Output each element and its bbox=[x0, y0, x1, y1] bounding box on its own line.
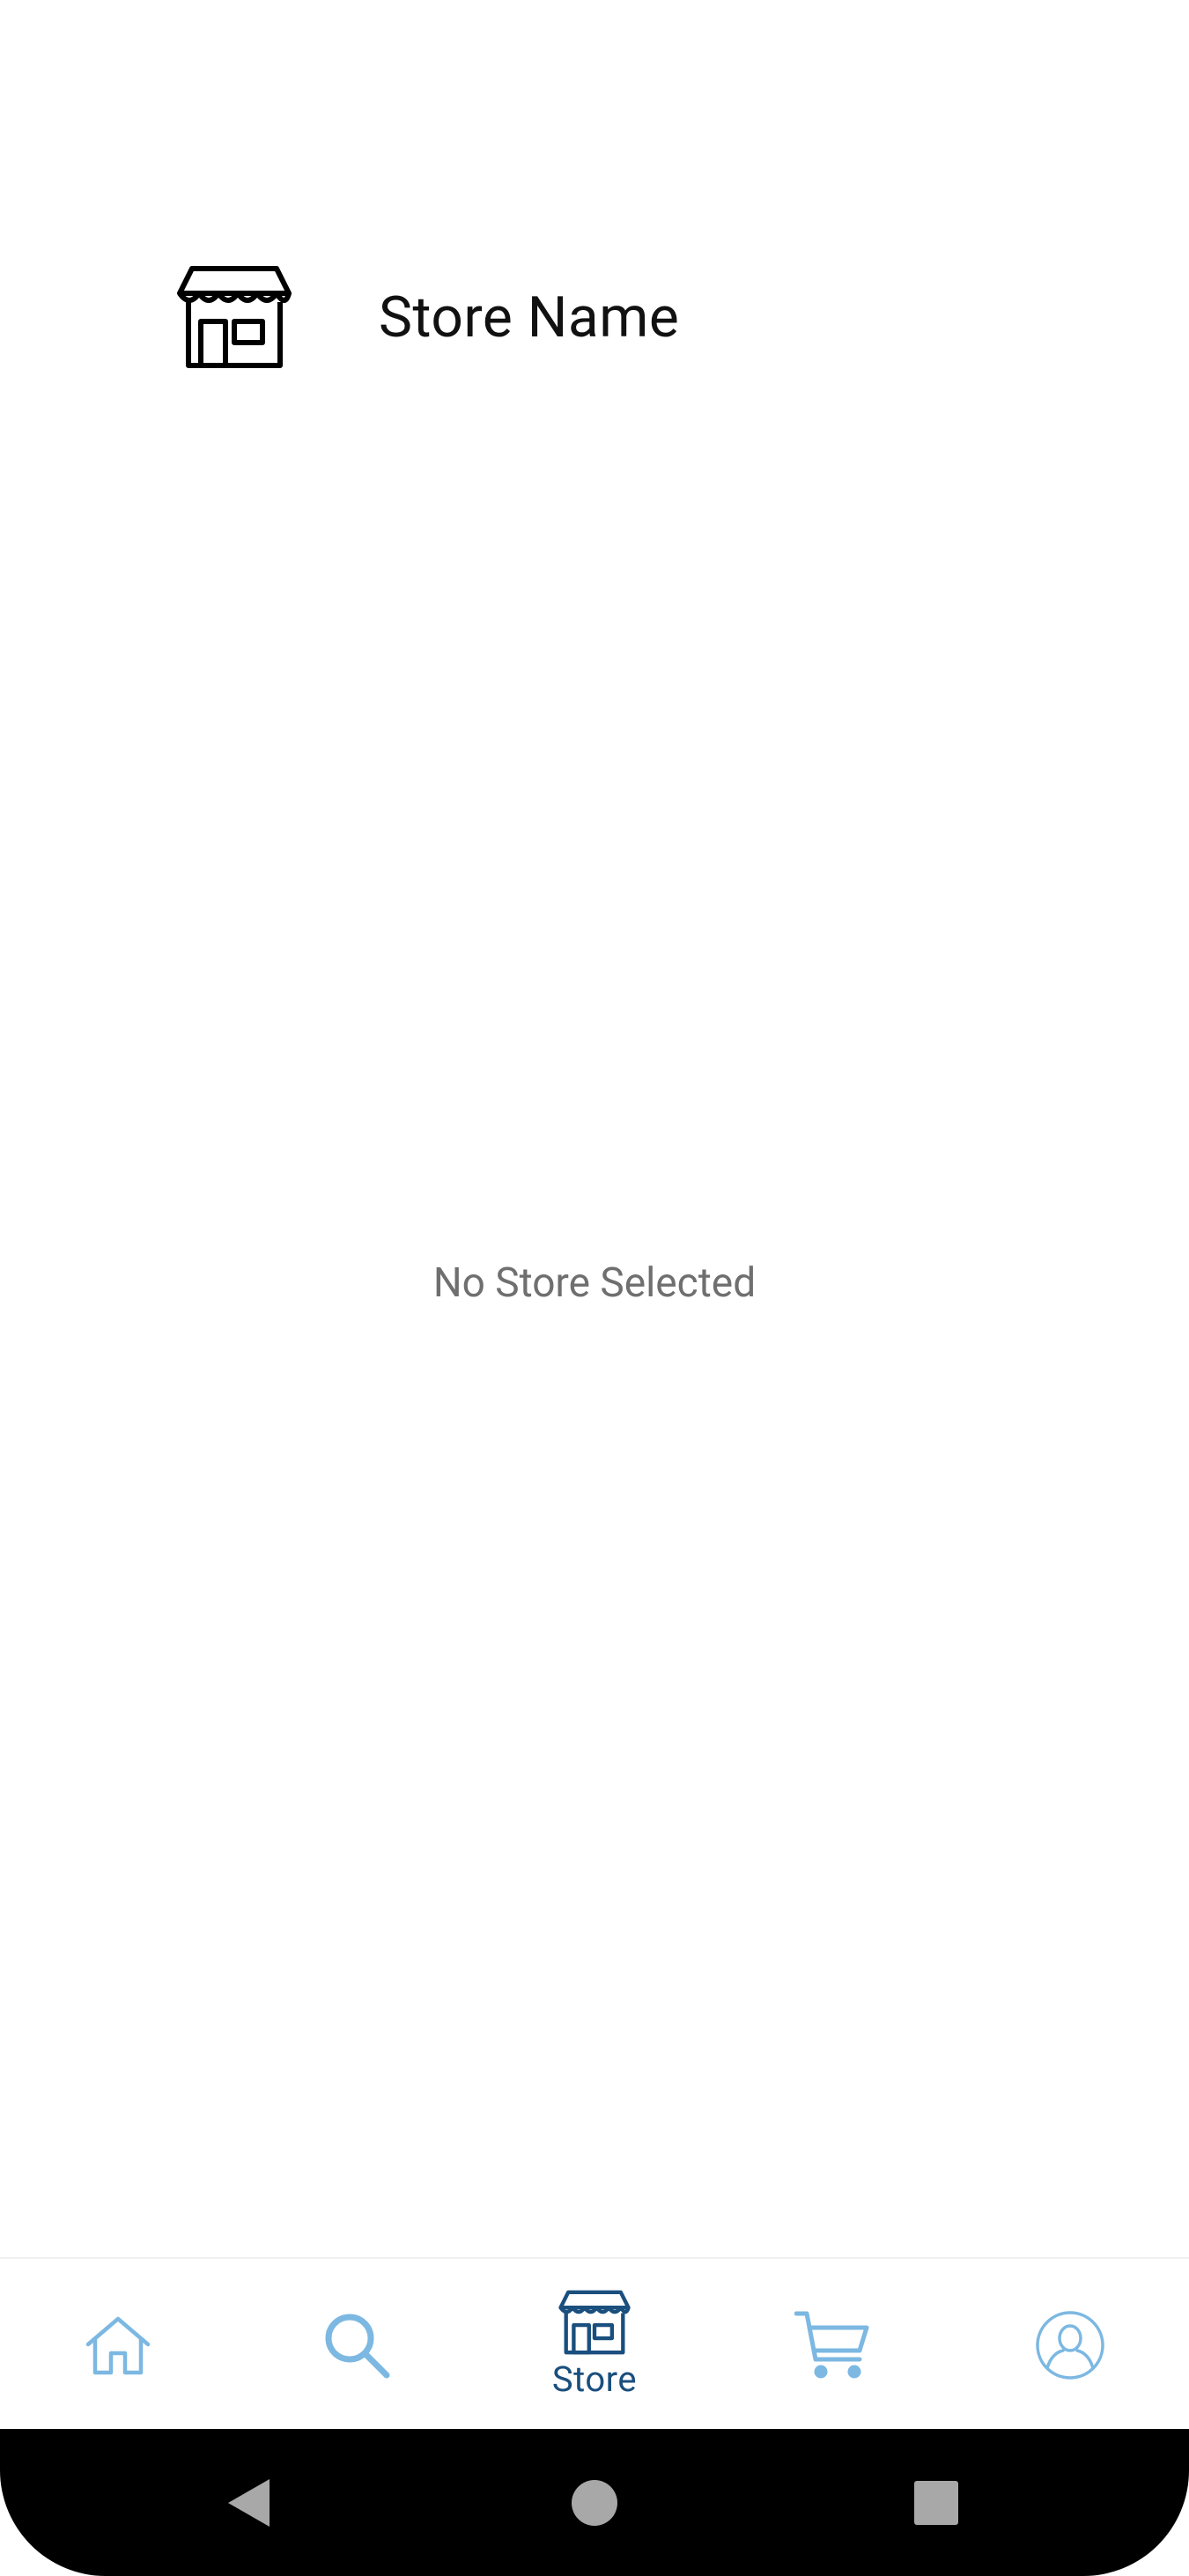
nav-tab-home[interactable] bbox=[30, 2259, 206, 2431]
store-header: Store Name bbox=[176, 260, 679, 374]
store-name-label: Store Name bbox=[379, 284, 680, 351]
empty-state-message: No Store Selected bbox=[432, 1259, 757, 1307]
system-back-button[interactable] bbox=[196, 2429, 301, 2576]
search-icon bbox=[325, 2314, 390, 2378]
storefront-icon bbox=[558, 2290, 631, 2355]
home-icon bbox=[85, 2316, 151, 2374]
system-navigation-bar bbox=[0, 2429, 1189, 2576]
storefront-icon bbox=[177, 266, 292, 368]
nav-tab-cart[interactable] bbox=[744, 2259, 920, 2431]
recents-square-icon bbox=[914, 2480, 958, 2525]
home-circle-icon bbox=[572, 2479, 617, 2526]
nav-tab-search[interactable] bbox=[269, 2259, 445, 2431]
nav-tab-store[interactable]: Store bbox=[506, 2259, 683, 2431]
back-icon bbox=[228, 2478, 270, 2527]
cart-icon bbox=[794, 2311, 869, 2378]
nav-tab-profile[interactable] bbox=[982, 2259, 1158, 2431]
system-recents-button[interactable] bbox=[883, 2429, 989, 2576]
system-home-button[interactable] bbox=[542, 2429, 647, 2576]
bottom-navigation: Store bbox=[0, 2257, 1189, 2431]
nav-label-store: Store bbox=[551, 2358, 638, 2400]
profile-icon bbox=[1036, 2310, 1104, 2380]
store-screen: Store Name No Store Selected Store bbox=[0, 0, 1189, 2576]
